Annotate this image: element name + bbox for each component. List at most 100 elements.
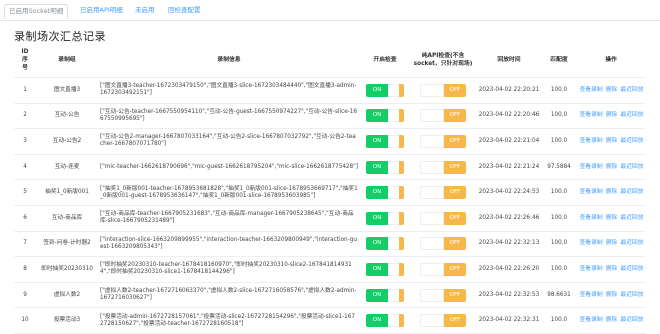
api-check-toggle[interactable]: OFF (420, 134, 466, 148)
row-info: ["互动-商品库-teacher-1667905231683","互动-商品库-… (98, 205, 360, 232)
api-check-toggle[interactable]: OFF (420, 288, 466, 302)
recent-replay-link[interactable]: 最近回放 (620, 292, 643, 298)
row-actions: 查看录制 删除 最近回放 (576, 103, 646, 130)
table-row: 9 虚拟人数2 ["虚拟人数2-teacher-1672716063370","… (14, 282, 646, 309)
api-check-toggle[interactable]: OFF (420, 314, 466, 328)
row-id: 8 (14, 256, 36, 283)
header-group: 录制组 (36, 43, 98, 78)
row-actions: 查看录制 删除 最近回放 (576, 307, 646, 334)
view-recording-link[interactable]: 查看录制 (580, 240, 603, 246)
api-check-toggle[interactable]: OFF (420, 262, 466, 276)
delete-link[interactable]: 删除 (606, 138, 618, 144)
row-match: 100.0 (542, 128, 576, 155)
row-group: 互动-公告2 (36, 128, 98, 155)
row-info: ["图文直播3-teacher-1672303479150","图文直播3-sl… (98, 77, 360, 104)
tab-check-config[interactable]: 回检查配置 (164, 4, 205, 19)
tab-api-detail[interactable]: 已启用API明细 (76, 4, 127, 19)
view-recording-link[interactable]: 查看录制 (580, 215, 603, 221)
row-actions: 查看录制 删除 最近回放 (576, 205, 646, 232)
header-actions: 操作 (576, 43, 646, 78)
recent-replay-link[interactable]: 最近回放 (620, 189, 643, 195)
delete-link[interactable]: 删除 (606, 112, 618, 118)
row-info: ["互动-公告2-manager-1667807033164","互动-公告2-… (98, 128, 360, 155)
recent-replay-link[interactable]: 最近回放 (620, 138, 643, 144)
check-toggle-cell: ON (360, 179, 410, 206)
check-toggle-cell: ON (360, 154, 410, 181)
api-check-toggle[interactable]: OFF (420, 237, 466, 251)
api-toggle-cell: OFF (410, 282, 476, 309)
tab-socket-detail[interactable]: 已启用Socket明细 (4, 4, 69, 19)
delete-link[interactable]: 删除 (606, 189, 618, 195)
table-row: 1 图文直播3 ["图文直播3-teacher-1672303479150","… (14, 77, 646, 104)
view-recording-link[interactable]: 查看录制 (580, 266, 603, 272)
view-recording-link[interactable]: 查看录制 (580, 138, 603, 144)
tab-bar: 已启用Socket明细 已启用API明细 未启用 回检查配置 (0, 0, 660, 21)
delete-link[interactable]: 删除 (606, 87, 618, 93)
table-header: ID 序 号 录制组 录制信息 开启检查 纯API检查(不含socket，只针对… (14, 43, 646, 78)
check-toggle[interactable]: ON (366, 288, 404, 302)
check-toggle-on: ON (366, 83, 388, 97)
row-group: 互动-公告 (36, 103, 98, 130)
api-toggle-off: OFF (444, 262, 466, 276)
delete-link[interactable]: 删除 (606, 215, 618, 221)
row-replay-time: 2023-04-02 22:20:21 (476, 77, 542, 104)
recent-replay-link[interactable]: 最近回放 (620, 317, 643, 323)
check-toggle[interactable]: ON (366, 262, 404, 276)
row-actions: 查看录制 删除 最近回放 (576, 231, 646, 258)
check-toggle[interactable]: ON (366, 134, 404, 148)
row-info: ["mic-teacher-1662618790696","mic-guest-… (98, 154, 360, 181)
view-recording-link[interactable]: 查看录制 (580, 292, 603, 298)
api-toggle-off: OFF (444, 314, 466, 328)
api-check-toggle[interactable]: OFF (420, 83, 466, 97)
row-match: 100.0 (542, 179, 576, 206)
row-group: 即时抽奖20230310 (36, 256, 98, 283)
view-recording-link[interactable]: 查看录制 (580, 112, 603, 118)
toggle-bar (399, 160, 404, 174)
api-check-toggle[interactable]: OFF (420, 109, 466, 123)
header-replay-time: 回放时间 (476, 43, 542, 78)
check-toggle[interactable]: ON (366, 109, 404, 123)
row-match: 97.5884 (542, 154, 576, 181)
toggle-knob (388, 288, 399, 302)
row-actions: 查看录制 删除 最近回放 (576, 154, 646, 181)
api-toggle-cell: OFF (410, 256, 476, 283)
delete-link[interactable]: 删除 (606, 164, 618, 170)
api-check-toggle[interactable]: OFF (420, 211, 466, 225)
api-check-toggle[interactable]: OFF (420, 160, 466, 174)
delete-link[interactable]: 删除 (606, 292, 618, 298)
recent-replay-link[interactable]: 最近回放 (620, 240, 643, 246)
recent-replay-link[interactable]: 最近回放 (620, 112, 643, 118)
recent-replay-link[interactable]: 最近回放 (620, 164, 643, 170)
api-toggle-off: OFF (444, 237, 466, 251)
view-recording-link[interactable]: 查看录制 (580, 164, 603, 170)
check-toggle[interactable]: ON (366, 237, 404, 251)
check-toggle[interactable]: ON (366, 314, 404, 328)
row-info: ["投票活动-admin-1672728157061","投票活动-slice2… (98, 307, 360, 334)
view-recording-link[interactable]: 查看录制 (580, 87, 603, 93)
delete-link[interactable]: 删除 (606, 266, 618, 272)
delete-link[interactable]: 删除 (606, 240, 618, 246)
api-toggle-cell: OFF (410, 307, 476, 334)
row-match: 100.0 (542, 256, 576, 283)
tab-disabled[interactable]: 未启用 (131, 4, 159, 19)
check-toggle[interactable]: ON (366, 160, 404, 174)
row-replay-time: 2023-04-02 22:32:31 (476, 307, 542, 334)
view-recording-link[interactable]: 查看录制 (580, 317, 603, 323)
recent-replay-link[interactable]: 最近回放 (620, 215, 643, 221)
recent-replay-link[interactable]: 最近回放 (620, 266, 643, 272)
api-check-toggle[interactable]: OFF (420, 186, 466, 200)
check-toggle[interactable]: ON (366, 186, 404, 200)
check-toggle[interactable]: ON (366, 83, 404, 97)
recent-replay-link[interactable]: 最近回放 (620, 87, 643, 93)
check-toggle-cell: ON (360, 282, 410, 309)
check-toggle[interactable]: ON (366, 211, 404, 225)
toggle-bar (399, 186, 404, 200)
view-recording-link[interactable]: 查看录制 (580, 189, 603, 195)
delete-link[interactable]: 删除 (606, 317, 618, 323)
row-replay-time: 2023-04-02 22:20:46 (476, 103, 542, 130)
toggle-knob (420, 186, 444, 200)
api-toggle-cell: OFF (410, 128, 476, 155)
toggle-knob (388, 83, 399, 97)
row-replay-time: 2023-04-02 22:32:13 (476, 231, 542, 258)
api-toggle-cell: OFF (410, 179, 476, 206)
